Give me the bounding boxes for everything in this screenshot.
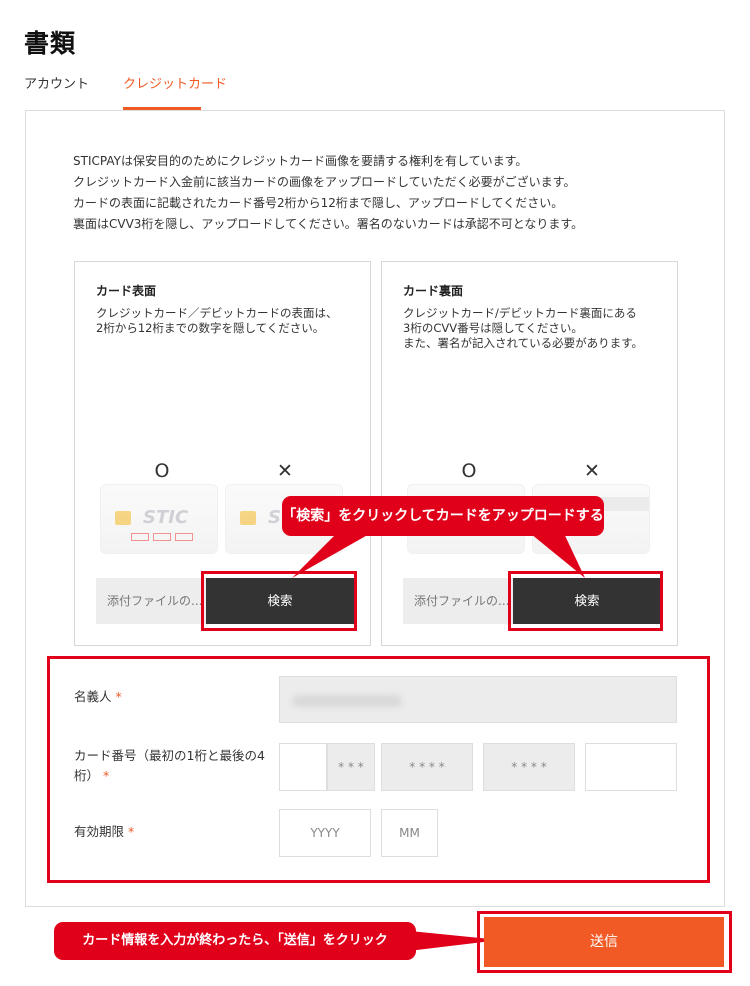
page-title: 書類 <box>24 29 77 58</box>
chip-icon <box>240 511 256 525</box>
mask-box <box>153 533 171 541</box>
annotation-frame-search-front <box>201 571 357 631</box>
card-brand-text: STIC <box>143 507 189 528</box>
desc-line: 2桁から12桁までの数字を隠してください。 <box>96 321 325 335</box>
card-front-title: カード表面 <box>96 284 157 298</box>
desc-line: クレジットカード/デビットカード裏面にある <box>403 306 637 320</box>
wrong-mark-icon: ✕ <box>277 460 293 482</box>
card-back-title: カード裏面 <box>403 284 464 298</box>
wrong-mark-icon: ✕ <box>584 460 600 482</box>
desc-line: クレジットカード／デビットカードの表面は、 <box>96 306 338 320</box>
chip-icon <box>115 511 131 525</box>
desc-line: 3桁のCVV番号は隠してください。 <box>403 321 583 335</box>
desc-line: また、署名が記入されている必要があります。 <box>403 336 644 350</box>
notice-line: 裏面はCVV3桁を隠し、アップロードしてください。署名のないカードは承認不可とな… <box>73 217 584 231</box>
callout-submit: カード情報を入力が終わったら、「送信」をクリック <box>54 922 416 960</box>
annotation-frame-search-back <box>508 571 663 631</box>
tab-account[interactable]: アカウント <box>24 76 89 110</box>
submit-button[interactable]: 送信 <box>484 917 724 967</box>
mask-box <box>175 533 193 541</box>
tab-credit-card[interactable]: クレジットカード <box>123 76 227 110</box>
mask-box <box>131 533 149 541</box>
card-front-description: クレジットカード／デビットカードの表面は、 2桁から12桁までの数字を隠してくだ… <box>96 306 338 336</box>
annotation-frame-form <box>47 656 710 883</box>
card-back-description: クレジットカード/デビットカード裏面にある 3桁のCVV番号は隠してください。 … <box>403 306 643 351</box>
file-name-field[interactable]: 添付ファイルの... <box>403 578 513 624</box>
correct-mark-icon: O <box>154 460 170 482</box>
notice-line: カードの表面に記載されたカード番号2桁から12桁まで隠し、アップロードしてくださ… <box>73 196 564 210</box>
card-example-correct-image: STIC <box>100 484 218 554</box>
callout-upload: 「検索」をクリックしてカードをアップロードする <box>282 496 604 536</box>
file-name-field[interactable]: 添付ファイルの... <box>96 578 206 624</box>
notice-line: クレジットカード入金前に該当カードの画像をアップロードしていただく必要がございま… <box>73 175 576 189</box>
correct-mark-icon: O <box>461 460 477 482</box>
tab-bar: アカウント クレジットカード <box>24 76 724 111</box>
notice-line: STICPAYは保安目的のためにクレジットカード画像を要請する権利を有しています… <box>73 154 528 168</box>
notice-text: STICPAYは保安目的のためにクレジットカード画像を要請する権利を有しています… <box>73 151 583 235</box>
